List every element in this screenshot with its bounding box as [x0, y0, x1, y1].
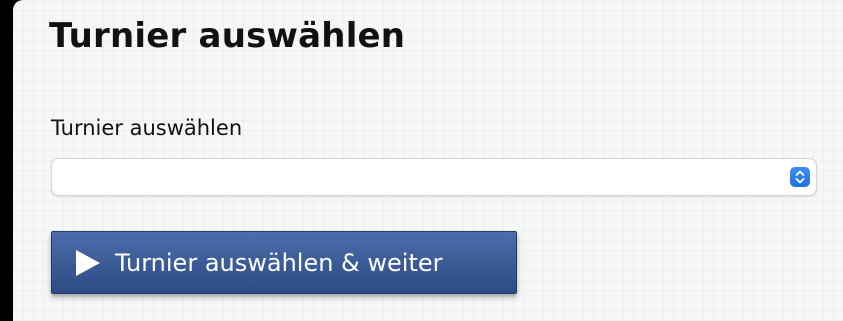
page-title: Turnier auswählen [49, 16, 406, 56]
play-icon [76, 250, 100, 276]
select-arrows-icon[interactable] [790, 167, 810, 187]
tournament-select[interactable] [51, 158, 817, 196]
tournament-select-label: Turnier auswählen [51, 116, 243, 140]
select-tournament-continue-button[interactable]: Turnier auswählen & weiter [51, 231, 517, 294]
submit-button-label: Turnier auswählen & weiter [115, 249, 443, 277]
content-panel: Turnier auswählen Turnier auswählen Turn… [13, 0, 843, 321]
